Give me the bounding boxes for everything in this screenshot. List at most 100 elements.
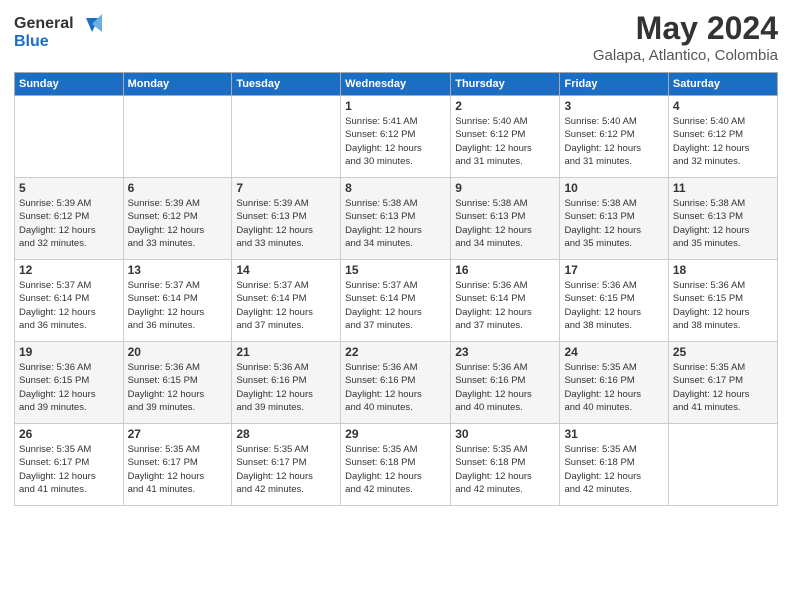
day-info: Sunrise: 5:35 AM Sunset: 6:18 PM Dayligh… <box>564 443 663 496</box>
calendar-cell: 18 Sunrise: 5:36 AM Sunset: 6:15 PM Dayli… <box>668 260 777 342</box>
header: General Blue May 2024 Galapa, Atlantico,… <box>14 10 778 64</box>
calendar-cell: 6Sunrise: 5:39 AM Sunset: 6:12 PM Daylig… <box>123 178 232 260</box>
day-number: 24 <box>564 345 663 359</box>
calendar-cell: 4 Sunrise: 5:40 AM Sunset: 6:12 PM Daylig… <box>668 96 777 178</box>
day-number: 27 <box>128 427 228 441</box>
calendar-cell: 12 Sunrise: 5:37 AM Sunset: 6:14 PM Dayli… <box>15 260 124 342</box>
calendar-cell: 15 Sunrise: 5:37 AM Sunset: 6:14 PM Dayli… <box>341 260 451 342</box>
day-info: Sunrise: 5:36 AM Sunset: 6:16 PM Dayligh… <box>345 361 446 414</box>
calendar-cell: 20 Sunrise: 5:36 AM Sunset: 6:15 PM Dayli… <box>123 342 232 424</box>
day-number: 22 <box>345 345 446 359</box>
calendar: SundayMondayTuesdayWednesdayThursdayFrid… <box>14 72 778 506</box>
day-info: Sunrise: 5:36 AM Sunset: 6:15 PM Dayligh… <box>673 279 773 332</box>
calendar-cell: 2 Sunrise: 5:40 AM Sunset: 6:12 PM Daylig… <box>451 96 560 178</box>
day-number: 4 <box>673 99 773 113</box>
calendar-cell: 22 Sunrise: 5:36 AM Sunset: 6:16 PM Dayli… <box>341 342 451 424</box>
calendar-cell: 11 Sunrise: 5:38 AM Sunset: 6:13 PM Dayli… <box>668 178 777 260</box>
day-info: Sunrise: 5:36 AM Sunset: 6:16 PM Dayligh… <box>236 361 336 414</box>
subtitle: Galapa, Atlantico, Colombia <box>593 47 778 64</box>
calendar-week-row: 12 Sunrise: 5:37 AM Sunset: 6:14 PM Dayli… <box>15 260 778 342</box>
day-number: 10 <box>564 181 663 195</box>
logo: General Blue <box>14 10 104 60</box>
day-info: Sunrise: 5:40 AM Sunset: 6:12 PM Dayligh… <box>673 115 773 168</box>
day-number: 18 <box>673 263 773 277</box>
day-number: 2 <box>455 99 555 113</box>
day-number: 25 <box>673 345 773 359</box>
day-number: 14 <box>236 263 336 277</box>
calendar-week-row: 5 Sunrise: 5:39 AM Sunset: 6:12 PM Daylig… <box>15 178 778 260</box>
day-number: 26 <box>19 427 119 441</box>
day-info: Sunrise: 5:38 AM Sunset: 6:13 PM Dayligh… <box>673 197 773 250</box>
calendar-cell: 30Sunrise: 5:35 AM Sunset: 6:18 PM Dayli… <box>451 424 560 506</box>
day-info: Sunrise: 5:35 AM Sunset: 6:17 PM Dayligh… <box>128 443 228 496</box>
day-number: 15 <box>345 263 446 277</box>
day-info: Sunrise: 5:37 AM Sunset: 6:14 PM Dayligh… <box>345 279 446 332</box>
calendar-cell: 23Sunrise: 5:36 AM Sunset: 6:16 PM Dayli… <box>451 342 560 424</box>
day-info: Sunrise: 5:39 AM Sunset: 6:13 PM Dayligh… <box>236 197 336 250</box>
title-area: May 2024 Galapa, Atlantico, Colombia <box>593 10 778 64</box>
calendar-cell: 7 Sunrise: 5:39 AM Sunset: 6:13 PM Daylig… <box>232 178 341 260</box>
day-number: 6 <box>128 181 228 195</box>
day-number: 29 <box>345 427 446 441</box>
calendar-cell: 27 Sunrise: 5:35 AM Sunset: 6:17 PM Dayli… <box>123 424 232 506</box>
page: General Blue May 2024 Galapa, Atlantico,… <box>0 0 792 612</box>
calendar-cell: 31Sunrise: 5:35 AM Sunset: 6:18 PM Dayli… <box>560 424 668 506</box>
calendar-cell: 26 Sunrise: 5:35 AM Sunset: 6:17 PM Dayli… <box>15 424 124 506</box>
calendar-cell: 9 Sunrise: 5:38 AM Sunset: 6:13 PM Daylig… <box>451 178 560 260</box>
weekday-header: Wednesday <box>341 73 451 96</box>
calendar-cell <box>123 96 232 178</box>
day-info: Sunrise: 5:37 AM Sunset: 6:14 PM Dayligh… <box>236 279 336 332</box>
day-number: 13 <box>128 263 228 277</box>
day-number: 7 <box>236 181 336 195</box>
day-info: Sunrise: 5:36 AM Sunset: 6:15 PM Dayligh… <box>128 361 228 414</box>
day-info: Sunrise: 5:37 AM Sunset: 6:14 PM Dayligh… <box>128 279 228 332</box>
logo-area: General Blue <box>14 10 104 60</box>
day-number: 9 <box>455 181 555 195</box>
weekday-header: Monday <box>123 73 232 96</box>
calendar-cell: 1 Sunrise: 5:41 AM Sunset: 6:12 PM Daylig… <box>341 96 451 178</box>
day-number: 8 <box>345 181 446 195</box>
day-info: Sunrise: 5:38 AM Sunset: 6:13 PM Dayligh… <box>564 197 663 250</box>
day-info: Sunrise: 5:39 AM Sunset: 6:12 PM Dayligh… <box>19 197 119 250</box>
calendar-cell: 10 Sunrise: 5:38 AM Sunset: 6:13 PM Dayli… <box>560 178 668 260</box>
day-info: Sunrise: 5:37 AM Sunset: 6:14 PM Dayligh… <box>19 279 119 332</box>
day-number: 28 <box>236 427 336 441</box>
day-info: Sunrise: 5:40 AM Sunset: 6:12 PM Dayligh… <box>564 115 663 168</box>
day-number: 12 <box>19 263 119 277</box>
weekday-header: Thursday <box>451 73 560 96</box>
day-info: Sunrise: 5:36 AM Sunset: 6:15 PM Dayligh… <box>564 279 663 332</box>
calendar-week-row: 1 Sunrise: 5:41 AM Sunset: 6:12 PM Daylig… <box>15 96 778 178</box>
day-number: 19 <box>19 345 119 359</box>
calendar-cell: 3Sunrise: 5:40 AM Sunset: 6:12 PM Daylig… <box>560 96 668 178</box>
day-number: 30 <box>455 427 555 441</box>
calendar-cell: 13 Sunrise: 5:37 AM Sunset: 6:14 PM Dayli… <box>123 260 232 342</box>
day-number: 23 <box>455 345 555 359</box>
day-info: Sunrise: 5:35 AM Sunset: 6:17 PM Dayligh… <box>19 443 119 496</box>
day-info: Sunrise: 5:36 AM Sunset: 6:15 PM Dayligh… <box>19 361 119 414</box>
weekday-header-row: SundayMondayTuesdayWednesdayThursdayFrid… <box>15 73 778 96</box>
day-number: 20 <box>128 345 228 359</box>
calendar-cell: 16Sunrise: 5:36 AM Sunset: 6:14 PM Dayli… <box>451 260 560 342</box>
day-info: Sunrise: 5:35 AM Sunset: 6:16 PM Dayligh… <box>564 361 663 414</box>
day-number: 1 <box>345 99 446 113</box>
calendar-cell: 8 Sunrise: 5:38 AM Sunset: 6:13 PM Daylig… <box>341 178 451 260</box>
day-info: Sunrise: 5:36 AM Sunset: 6:14 PM Dayligh… <box>455 279 555 332</box>
day-info: Sunrise: 5:40 AM Sunset: 6:12 PM Dayligh… <box>455 115 555 168</box>
day-number: 11 <box>673 181 773 195</box>
calendar-cell <box>668 424 777 506</box>
day-number: 5 <box>19 181 119 195</box>
day-info: Sunrise: 5:38 AM Sunset: 6:13 PM Dayligh… <box>345 197 446 250</box>
calendar-week-row: 26 Sunrise: 5:35 AM Sunset: 6:17 PM Dayli… <box>15 424 778 506</box>
calendar-cell <box>15 96 124 178</box>
calendar-cell <box>232 96 341 178</box>
weekday-header: Friday <box>560 73 668 96</box>
day-info: Sunrise: 5:38 AM Sunset: 6:13 PM Dayligh… <box>455 197 555 250</box>
weekday-header: Tuesday <box>232 73 341 96</box>
calendar-cell: 28Sunrise: 5:35 AM Sunset: 6:17 PM Dayli… <box>232 424 341 506</box>
svg-text:Blue: Blue <box>14 33 49 50</box>
day-info: Sunrise: 5:41 AM Sunset: 6:12 PM Dayligh… <box>345 115 446 168</box>
weekday-header: Saturday <box>668 73 777 96</box>
main-title: May 2024 <box>593 10 778 47</box>
calendar-cell: 25Sunrise: 5:35 AM Sunset: 6:17 PM Dayli… <box>668 342 777 424</box>
calendar-cell: 5 Sunrise: 5:39 AM Sunset: 6:12 PM Daylig… <box>15 178 124 260</box>
